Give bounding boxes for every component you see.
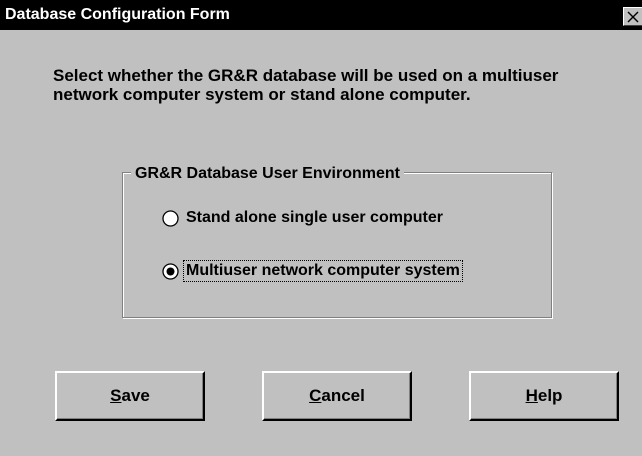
save-button-label: ave: [121, 386, 150, 405]
title-bar[interactable]: Database Configuration Form: [0, 0, 642, 30]
radio-option-stand-alone[interactable]: Stand alone single user computer: [162, 207, 445, 229]
close-icon: [627, 11, 639, 23]
window-title: Database Configuration Form: [5, 6, 230, 23]
save-button[interactable]: Save: [55, 371, 205, 421]
radio-button-selected-icon[interactable]: [162, 262, 179, 280]
radio-label-multiuser: Multiuser network computer system: [183, 260, 463, 282]
user-environment-group: [122, 172, 552, 318]
cancel-button-label: ancel: [321, 386, 365, 405]
radio-button-icon[interactable]: [162, 209, 179, 227]
help-button[interactable]: Help: [469, 371, 619, 421]
save-button-mnemonic: S: [110, 386, 122, 405]
radio-label-stand-alone: Stand alone single user computer: [186, 209, 443, 226]
instructions-text: Select whether the GR&R database will be…: [53, 66, 559, 104]
radio-option-multiuser[interactable]: Multiuser network computer system: [162, 260, 463, 282]
close-button[interactable]: [623, 7, 642, 26]
group-title: GR&R Database User Environment: [131, 165, 404, 183]
help-button-label: elp: [537, 386, 563, 405]
cancel-button[interactable]: Cancel: [262, 371, 412, 421]
database-configuration-dialog: Database Configuration Form Select wheth…: [0, 0, 642, 456]
cancel-button-mnemonic: C: [309, 386, 322, 405]
window-frame-edge: [0, 30, 9, 456]
help-button-mnemonic: H: [525, 386, 538, 405]
